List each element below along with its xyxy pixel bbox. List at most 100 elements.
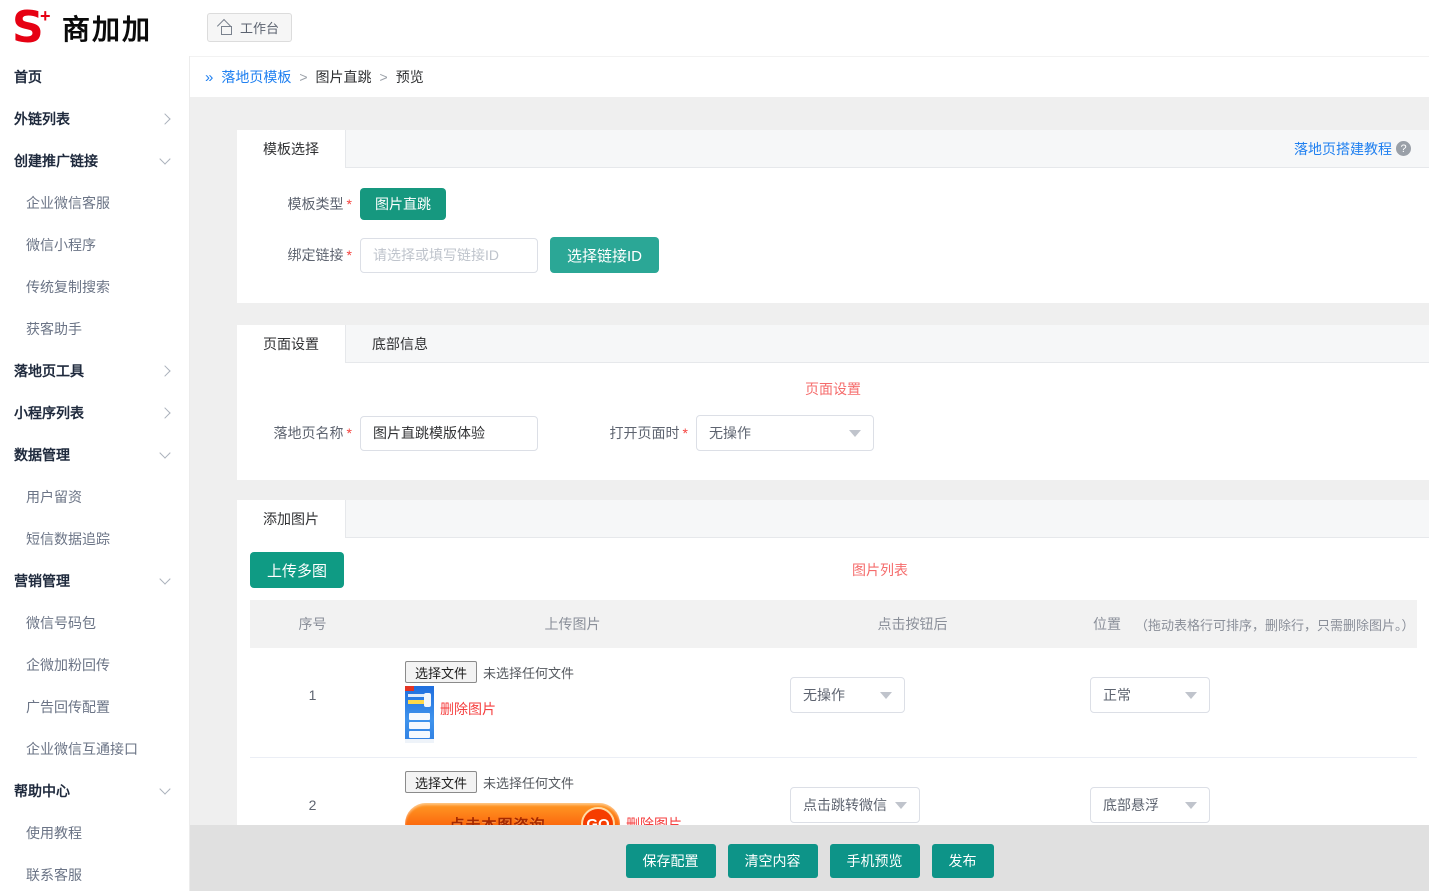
sidebar-item-label: 企微加粉回传 [26, 655, 110, 675]
sidebar-item-label: 获客助手 [26, 319, 82, 339]
sidebar-item-sms-tracking[interactable]: 短信数据追踪 [0, 518, 189, 560]
required-asterisk: * [347, 425, 352, 441]
bind-link-input[interactable] [360, 238, 538, 273]
landing-name-input[interactable] [360, 416, 538, 451]
dropdown-caret-icon [849, 430, 861, 437]
col-header-position-wrap: 位置 （拖动表格行可排序，删除行，只需删除图片。） [1055, 614, 1417, 634]
sidebar-item-data-management[interactable]: 数据管理 [0, 434, 189, 476]
sidebar-item-label: 创建推广链接 [14, 151, 98, 171]
tab-page-settings[interactable]: 页面设置 [237, 325, 346, 363]
chevron-right-icon [159, 407, 170, 418]
breadcrumb: » 落地页模板 > 图片直跳 > 预览 [190, 56, 1429, 97]
logo-s-icon: S + [12, 6, 58, 50]
breadcrumb-arrow-icon: » [205, 69, 213, 86]
page-settings-card: 页面设置 底部信息 页面设置 落地页名称* 打开页面时* 无操作 [237, 325, 1429, 480]
chevron-down-icon [159, 573, 170, 584]
sidebar-item-miniprogram-list[interactable]: 小程序列表 [0, 392, 189, 434]
template-type-button[interactable]: 图片直跳 [360, 188, 446, 220]
question-icon[interactable]: ? [1396, 141, 1411, 156]
sidebar-item-wecom-fan-callback[interactable]: 企微加粉回传 [0, 644, 189, 686]
sidebar-item-wechat-number-pack[interactable]: 微信号码包 [0, 602, 189, 644]
landing-name-label: 落地页名称* [237, 423, 352, 443]
file-input-row: 选择文件 未选择任何文件 [405, 771, 770, 793]
upload-multi-button[interactable]: 上传多图 [250, 552, 344, 588]
main-content: 模板选择 落地页搭建教程 ? 模板类型* 图片直跳 绑定链接* 选择链接ID 页… [190, 97, 1429, 891]
sidebar-item-wecom-interconnect[interactable]: 企业微信互通接口 [0, 728, 189, 770]
sidebar-item-label: 数据管理 [14, 445, 70, 465]
mobile-preview-button[interactable]: 手机预览 [830, 844, 920, 878]
select-link-id-button[interactable]: 选择链接ID [550, 237, 659, 273]
sidebar-item-wecom-service[interactable]: 企业微信客服 [0, 182, 189, 224]
action-select-value: 无操作 [803, 685, 845, 705]
required-asterisk: * [347, 196, 352, 212]
tab-template-select[interactable]: 模板选择 [237, 130, 346, 168]
table-row: 1 选择文件 未选择任何文件 删除图片 [250, 648, 1417, 758]
image-table: 序号 上传图片 点击按钮后 位置 （拖动表格行可排序，删除行，只需删除图片。） … [250, 600, 1417, 860]
sidebar-item-create-promo-link[interactable]: 创建推广链接 [0, 140, 189, 182]
chevron-down-icon [159, 447, 170, 458]
open-page-select[interactable]: 无操作 [696, 415, 874, 451]
uploaded-image-thumbnail[interactable] [405, 686, 434, 743]
chevron-down-icon [159, 153, 170, 164]
page-card-tabstrip: 页面设置 底部信息 [237, 325, 1429, 363]
landing-tutorial-link[interactable]: 落地页搭建教程 ? [1294, 130, 1429, 167]
position-select[interactable]: 正常 [1090, 677, 1210, 713]
action-select[interactable]: 点击跳转微信 [790, 787, 920, 823]
workbench-button[interactable]: 工作台 [207, 13, 292, 42]
position-select[interactable]: 底部悬浮 [1090, 787, 1210, 823]
tutorial-link-label: 落地页搭建教程 [1294, 139, 1392, 159]
open-page-select-value: 无操作 [709, 423, 751, 443]
sidebar-item-marketing[interactable]: 营销管理 [0, 560, 189, 602]
template-card-tabstrip: 模板选择 落地页搭建教程 ? [237, 130, 1429, 168]
sidebar-item-user-leads[interactable]: 用户留资 [0, 476, 189, 518]
sidebar-item-wechat-miniprogram[interactable]: 微信小程序 [0, 224, 189, 266]
col-header-upload: 上传图片 [375, 614, 770, 634]
sidebar-item-external-links[interactable]: 外链列表 [0, 98, 189, 140]
breadcrumb-link-landing-templates[interactable]: 落地页模板 [221, 67, 291, 87]
sidebar-item-label: 微信号码包 [26, 613, 96, 633]
breadcrumb-separator: > [380, 69, 388, 85]
action-select[interactable]: 无操作 [790, 677, 905, 713]
sidebar-item-label: 短信数据追踪 [26, 529, 110, 549]
page-settings-row: 落地页名称* 打开页面时* 无操作 [237, 415, 1429, 451]
template-type-label: 模板类型* [237, 194, 352, 214]
sidebar-item-label: 小程序列表 [14, 403, 84, 423]
row-position-cell: 正常 [1055, 661, 1417, 743]
row-action-cell: 无操作 [770, 661, 1055, 743]
dropdown-caret-icon [880, 692, 892, 699]
top-header: S + 商加加 工作台 [0, 0, 1429, 56]
publish-button[interactable]: 发布 [932, 844, 994, 878]
template-type-row: 模板类型* 图片直跳 [237, 188, 1429, 220]
chevron-down-icon [159, 783, 170, 794]
images-card-tabstrip: 添加图片 [237, 500, 1429, 538]
choose-file-button[interactable]: 选择文件 [405, 661, 477, 683]
sidebar-item-label: 落地页工具 [14, 361, 84, 381]
table-header: 序号 上传图片 点击按钮后 位置 （拖动表格行可排序，删除行，只需删除图片。） [250, 600, 1417, 648]
sidebar-item-label: 营销管理 [14, 571, 70, 591]
sidebar-item-label: 用户留资 [26, 487, 82, 507]
required-asterisk: * [347, 247, 352, 263]
sidebar-item-ad-callback-config[interactable]: 广告回传配置 [0, 686, 189, 728]
sidebar-item-help-center[interactable]: 帮助中心 [0, 770, 189, 812]
sidebar-item-copy-search[interactable]: 传统复制搜索 [0, 266, 189, 308]
clear-content-button[interactable]: 清空内容 [728, 844, 818, 878]
tab-footer-info[interactable]: 底部信息 [346, 325, 454, 362]
sidebar-item-landing-tools[interactable]: 落地页工具 [0, 350, 189, 392]
dropdown-caret-icon [895, 802, 907, 809]
choose-file-button[interactable]: 选择文件 [405, 771, 477, 793]
image-list-title: 图片列表 [344, 560, 1416, 580]
bind-link-row: 绑定链接* 选择链接ID [237, 237, 1429, 273]
breadcrumb-item-image-jump: 图片直跳 [316, 67, 372, 87]
action-select-value: 点击跳转微信 [803, 795, 887, 815]
sidebar-item-contact-support[interactable]: 联系客服 [0, 854, 189, 896]
page-settings-section-title: 页面设置 [237, 379, 1429, 399]
required-asterisk: * [683, 425, 688, 441]
sidebar-item-tutorials[interactable]: 使用教程 [0, 812, 189, 854]
sidebar-item-customer-assistant[interactable]: 获客助手 [0, 308, 189, 350]
col-header-index: 序号 [250, 614, 375, 634]
tab-add-images[interactable]: 添加图片 [237, 500, 346, 538]
delete-image-link[interactable]: 删除图片 [440, 699, 496, 719]
file-input-row: 选择文件 未选择任何文件 [405, 661, 770, 683]
sidebar-item-home[interactable]: 首页 [0, 56, 189, 98]
save-config-button[interactable]: 保存配置 [626, 844, 716, 878]
